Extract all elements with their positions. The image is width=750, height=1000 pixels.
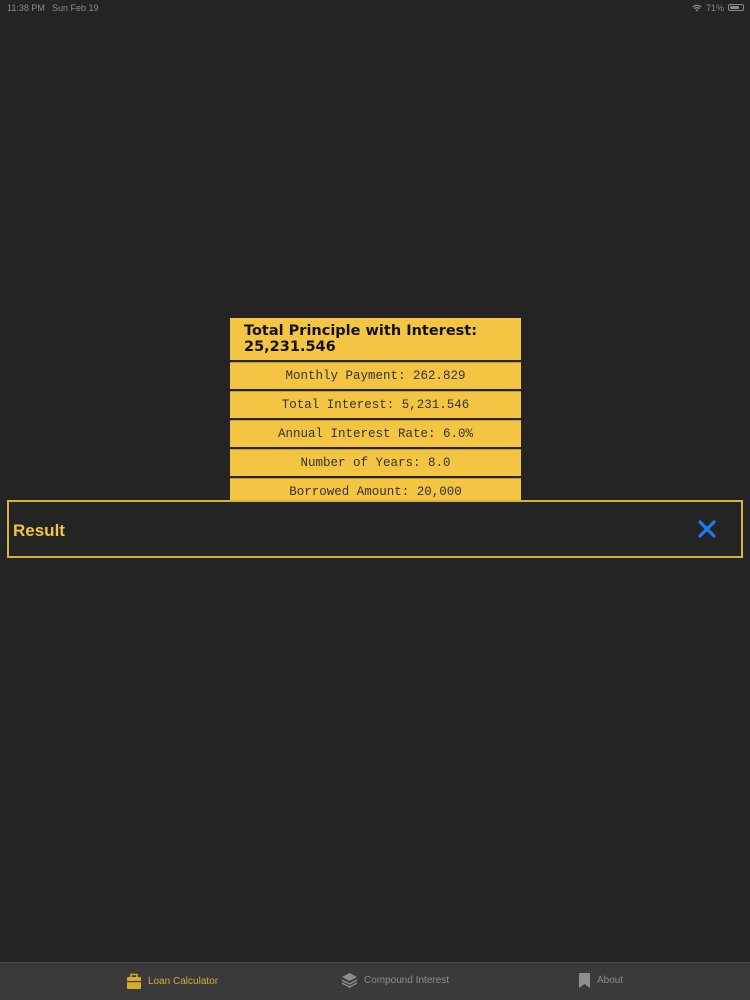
tab-compound-interest[interactable]: Compound Interest <box>341 972 449 988</box>
number-of-years-row: Number of Years: 8.0 <box>230 449 521 476</box>
battery-level <box>730 6 739 9</box>
total-interest-row: Total Interest: 5,231.546 <box>230 391 521 418</box>
result-title: Result <box>13 521 65 540</box>
status-right: 71% <box>692 3 724 13</box>
tab-about[interactable]: About <box>578 972 623 989</box>
tab-about-label: About <box>597 975 624 986</box>
tab-bar: Loan Calculator Compound Interest About <box>0 962 750 1000</box>
close-icon <box>698 520 716 538</box>
monthly-payment-row: Monthly Payment: 262.829 <box>230 362 521 389</box>
result-card: Total Principle with Interest: 25,231.54… <box>230 318 521 505</box>
status-date: Sun Feb 19 <box>52 3 99 13</box>
total-principle-with-interest: Total Principle with Interest: 25,231.54… <box>230 318 521 360</box>
app-screen: 11:38 PM Sun Feb 19 71% Total Principle … <box>0 0 750 1000</box>
bookmark-icon <box>579 973 590 988</box>
wifi-icon <box>692 4 702 12</box>
tab-loan-calculator[interactable]: Loan Calculator <box>126 972 218 990</box>
status-time: 11:38 PM <box>7 3 45 13</box>
tab-loan-calculator-label: Loan Calculator <box>148 975 219 987</box>
briefcase-icon <box>127 973 141 989</box>
layers-icon <box>341 973 358 988</box>
close-button[interactable] <box>697 519 717 539</box>
tab-compound-interest-label: Compound Interest <box>364 974 450 986</box>
battery-percent: 71% <box>705 3 724 13</box>
result-bar: Result <box>7 500 743 558</box>
battery-icon <box>728 4 744 11</box>
annual-interest-rate-row: Annual Interest Rate: 6.0% <box>230 420 521 447</box>
status-bar: 11:38 PM Sun Feb 19 71% <box>0 0 750 16</box>
